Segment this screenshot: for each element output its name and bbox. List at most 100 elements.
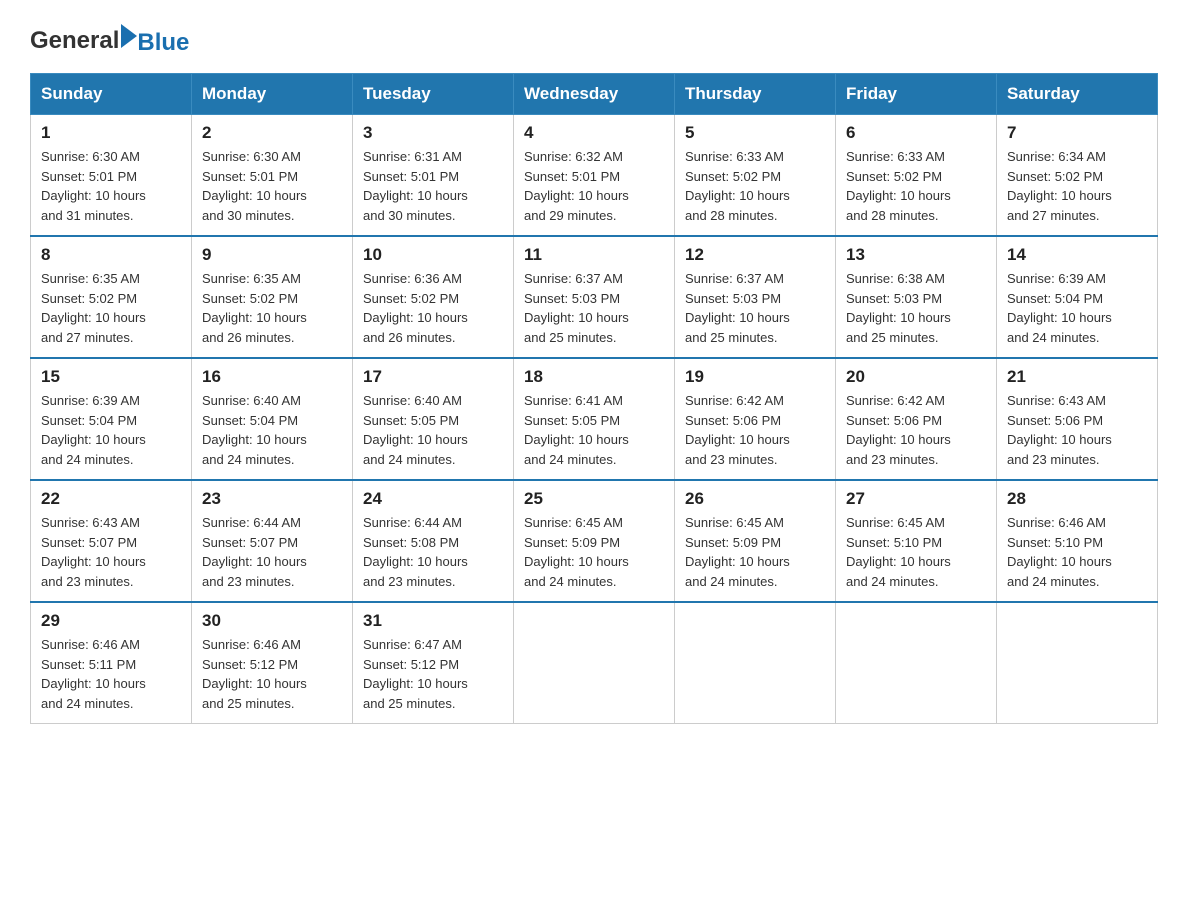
logo: General Blue [30, 24, 189, 55]
calendar-table: SundayMondayTuesdayWednesdayThursdayFrid… [30, 73, 1158, 724]
day-info: Sunrise: 6:37 AMSunset: 5:03 PMDaylight:… [685, 269, 825, 347]
calendar-cell: 16 Sunrise: 6:40 AMSunset: 5:04 PMDayligh… [192, 358, 353, 480]
calendar-cell [997, 602, 1158, 724]
calendar-cell [836, 602, 997, 724]
day-number: 17 [363, 367, 503, 387]
calendar-cell: 9Sunrise: 6:35 AMSunset: 5:02 PMDaylight… [192, 236, 353, 358]
calendar-cell: 7 Sunrise: 6:34 AMSunset: 5:02 PMDaylight… [997, 115, 1158, 237]
calendar-cell: 11 Sunrise: 6:37 AMSunset: 5:03 PMDayligh… [514, 236, 675, 358]
weekday-header-saturday: Saturday [997, 74, 1158, 115]
day-info: Sunrise: 6:34 AMSunset: 5:02 PMDaylight:… [1007, 147, 1147, 225]
weekday-header-wednesday: Wednesday [514, 74, 675, 115]
day-number: 23 [202, 489, 342, 509]
weekday-header-sunday: Sunday [31, 74, 192, 115]
day-info: Sunrise: 6:45 AMSunset: 5:09 PMDaylight:… [524, 513, 664, 591]
day-info: Sunrise: 6:47 AMSunset: 5:12 PMDaylight:… [363, 635, 503, 713]
weekday-header-friday: Friday [836, 74, 997, 115]
calendar-cell: 26Sunrise: 6:45 AMSunset: 5:09 PMDayligh… [675, 480, 836, 602]
day-number: 16 [202, 367, 342, 387]
day-number: 4 [524, 123, 664, 143]
calendar-cell: 29 Sunrise: 6:46 AMSunset: 5:11 PMDayligh… [31, 602, 192, 724]
day-info: Sunrise: 6:44 AMSunset: 5:07 PMDaylight:… [202, 513, 342, 591]
day-number: 1 [41, 123, 181, 143]
day-number: 5 [685, 123, 825, 143]
day-number: 28 [1007, 489, 1147, 509]
logo-blue-text: Blue [137, 31, 189, 55]
calendar-cell: 31 Sunrise: 6:47 AMSunset: 5:12 PMDayligh… [353, 602, 514, 724]
day-number: 25 [524, 489, 664, 509]
calendar-cell: 1 Sunrise: 6:30 AMSunset: 5:01 PMDaylight… [31, 115, 192, 237]
calendar-cell: 3 Sunrise: 6:31 AMSunset: 5:01 PMDaylight… [353, 115, 514, 237]
day-number: 11 [524, 245, 664, 265]
day-info: Sunrise: 6:37 AMSunset: 5:03 PMDaylight:… [524, 269, 664, 347]
day-info: Sunrise: 6:33 AMSunset: 5:02 PMDaylight:… [846, 147, 986, 225]
day-number: 22 [41, 489, 181, 509]
day-number: 13 [846, 245, 986, 265]
day-info: Sunrise: 6:40 AMSunset: 5:05 PMDaylight:… [363, 391, 503, 469]
calendar-cell: 10 Sunrise: 6:36 AMSunset: 5:02 PMDayligh… [353, 236, 514, 358]
day-info: Sunrise: 6:33 AMSunset: 5:02 PMDaylight:… [685, 147, 825, 225]
day-info: Sunrise: 6:46 AMSunset: 5:10 PMDaylight:… [1007, 513, 1147, 591]
day-info: Sunrise: 6:41 AMSunset: 5:05 PMDaylight:… [524, 391, 664, 469]
logo-general-text: General [30, 27, 119, 55]
weekday-header-tuesday: Tuesday [353, 74, 514, 115]
day-number: 10 [363, 245, 503, 265]
day-info: Sunrise: 6:43 AMSunset: 5:06 PMDaylight:… [1007, 391, 1147, 469]
calendar-cell: 17 Sunrise: 6:40 AMSunset: 5:05 PMDayligh… [353, 358, 514, 480]
calendar-cell: 5 Sunrise: 6:33 AMSunset: 5:02 PMDaylight… [675, 115, 836, 237]
calendar-cell: 8 Sunrise: 6:35 AMSunset: 5:02 PMDaylight… [31, 236, 192, 358]
day-number: 30 [202, 611, 342, 631]
day-info: Sunrise: 6:45 AMSunset: 5:10 PMDaylight:… [846, 513, 986, 591]
day-number: 2 [202, 123, 342, 143]
day-number: 8 [41, 245, 181, 265]
calendar-cell: 14 Sunrise: 6:39 AMSunset: 5:04 PMDayligh… [997, 236, 1158, 358]
day-info: Sunrise: 6:42 AMSunset: 5:06 PMDaylight:… [846, 391, 986, 469]
day-info: Sunrise: 6:30 AMSunset: 5:01 PMDaylight:… [41, 147, 181, 225]
calendar-week-row: 22 Sunrise: 6:43 AMSunset: 5:07 PMDayligh… [31, 480, 1158, 602]
calendar-cell: 12 Sunrise: 6:37 AMSunset: 5:03 PMDayligh… [675, 236, 836, 358]
day-info: Sunrise: 6:42 AMSunset: 5:06 PMDaylight:… [685, 391, 825, 469]
calendar-cell: 27Sunrise: 6:45 AMSunset: 5:10 PMDayligh… [836, 480, 997, 602]
day-number: 20 [846, 367, 986, 387]
day-info: Sunrise: 6:46 AMSunset: 5:11 PMDaylight:… [41, 635, 181, 713]
day-info: Sunrise: 6:32 AMSunset: 5:01 PMDaylight:… [524, 147, 664, 225]
day-info: Sunrise: 6:39 AMSunset: 5:04 PMDaylight:… [1007, 269, 1147, 347]
calendar-week-row: 29 Sunrise: 6:46 AMSunset: 5:11 PMDayligh… [31, 602, 1158, 724]
calendar-cell: 20 Sunrise: 6:42 AMSunset: 5:06 PMDayligh… [836, 358, 997, 480]
weekday-header-monday: Monday [192, 74, 353, 115]
day-number: 3 [363, 123, 503, 143]
logo-triangle-icon [121, 24, 137, 53]
calendar-week-row: 15 Sunrise: 6:39 AMSunset: 5:04 PMDayligh… [31, 358, 1158, 480]
weekday-header-row: SundayMondayTuesdayWednesdayThursdayFrid… [31, 74, 1158, 115]
day-number: 12 [685, 245, 825, 265]
day-number: 19 [685, 367, 825, 387]
day-number: 15 [41, 367, 181, 387]
calendar-week-row: 1 Sunrise: 6:30 AMSunset: 5:01 PMDaylight… [31, 115, 1158, 237]
day-number: 14 [1007, 245, 1147, 265]
calendar-cell: 6Sunrise: 6:33 AMSunset: 5:02 PMDaylight… [836, 115, 997, 237]
day-number: 31 [363, 611, 503, 631]
calendar-cell: 15 Sunrise: 6:39 AMSunset: 5:04 PMDayligh… [31, 358, 192, 480]
day-info: Sunrise: 6:39 AMSunset: 5:04 PMDaylight:… [41, 391, 181, 469]
day-number: 24 [363, 489, 503, 509]
day-number: 21 [1007, 367, 1147, 387]
day-info: Sunrise: 6:38 AMSunset: 5:03 PMDaylight:… [846, 269, 986, 347]
calendar-cell: 13 Sunrise: 6:38 AMSunset: 5:03 PMDayligh… [836, 236, 997, 358]
day-info: Sunrise: 6:31 AMSunset: 5:01 PMDaylight:… [363, 147, 503, 225]
day-info: Sunrise: 6:36 AMSunset: 5:02 PMDaylight:… [363, 269, 503, 347]
day-number: 29 [41, 611, 181, 631]
day-number: 7 [1007, 123, 1147, 143]
day-info: Sunrise: 6:46 AMSunset: 5:12 PMDaylight:… [202, 635, 342, 713]
day-info: Sunrise: 6:35 AMSunset: 5:02 PMDaylight:… [202, 269, 342, 347]
calendar-cell: 30 Sunrise: 6:46 AMSunset: 5:12 PMDayligh… [192, 602, 353, 724]
day-info: Sunrise: 6:35 AMSunset: 5:02 PMDaylight:… [41, 269, 181, 347]
day-info: Sunrise: 6:30 AMSunset: 5:01 PMDaylight:… [202, 147, 342, 225]
day-info: Sunrise: 6:40 AMSunset: 5:04 PMDaylight:… [202, 391, 342, 469]
day-info: Sunrise: 6:43 AMSunset: 5:07 PMDaylight:… [41, 513, 181, 591]
calendar-week-row: 8 Sunrise: 6:35 AMSunset: 5:02 PMDaylight… [31, 236, 1158, 358]
calendar-cell: 4 Sunrise: 6:32 AMSunset: 5:01 PMDaylight… [514, 115, 675, 237]
calendar-cell: 2 Sunrise: 6:30 AMSunset: 5:01 PMDaylight… [192, 115, 353, 237]
calendar-cell: 23 Sunrise: 6:44 AMSunset: 5:07 PMDayligh… [192, 480, 353, 602]
calendar-cell [514, 602, 675, 724]
calendar-cell [675, 602, 836, 724]
